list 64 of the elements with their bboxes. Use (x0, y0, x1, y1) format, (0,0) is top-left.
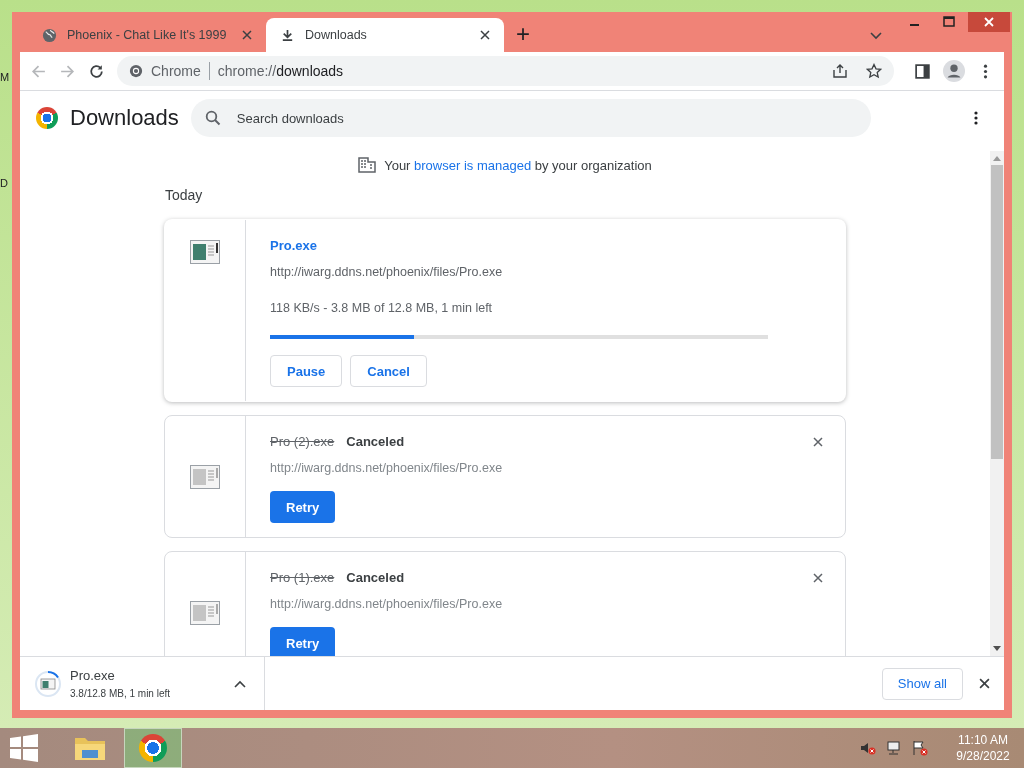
download-status: 3.8/12.8 MB, 1 min left (70, 688, 172, 699)
new-tab-button[interactable]: + (516, 20, 530, 48)
chrome-logo-icon (129, 64, 143, 78)
section-heading: Today (165, 187, 204, 203)
taskbar-app[interactable] (124, 728, 182, 768)
profile-icon[interactable] (943, 60, 965, 82)
scrollbar[interactable] (990, 151, 1004, 656)
retry-button[interactable]: Retry (270, 491, 336, 523)
download-item[interactable]: Pro.exe 3.8/12.8 MB, 1 min left (20, 657, 265, 710)
close-icon[interactable] (813, 437, 823, 447)
site-label: Chrome (151, 63, 201, 79)
file-icon (190, 464, 220, 489)
tab-title: Downloads (305, 28, 368, 42)
network-icon[interactable] (886, 740, 902, 756)
star-icon[interactable] (866, 63, 882, 79)
close-icon[interactable] (813, 573, 823, 583)
managed-notice: Your browser is managed by your organization (384, 157, 652, 173)
progress-text: 118 KB/s - 3.8 MB of 12.8 MB, 1 min left (270, 301, 494, 315)
flag-icon[interactable] (912, 740, 928, 756)
scrollbar-thumb[interactable] (991, 165, 1003, 459)
file-name-link[interactable]: Pro.exe (270, 238, 821, 253)
browser-tab[interactable]: Downloads (266, 18, 504, 52)
building-icon (358, 157, 377, 173)
source-url: http://iwarg.ddns.net/phoenix/files/Pro.exe (270, 461, 504, 475)
chevron-down-icon[interactable] (870, 32, 882, 40)
clock-time: 11:10 AM (958, 733, 1008, 747)
file-progress-icon (34, 669, 62, 698)
address-bar[interactable]: Chrome chrome://downloads (117, 56, 894, 86)
show-all-button[interactable]: Show all (881, 667, 963, 700)
download-icon (280, 27, 295, 43)
retry-button[interactable]: Retry (270, 627, 336, 656)
chrome-logo-icon (36, 107, 58, 129)
desktop-icon-label: M (0, 70, 10, 84)
search-icon (204, 110, 221, 126)
action-button[interactable]: Pause (270, 355, 343, 387)
file-icon (190, 240, 220, 264)
managed-link[interactable]: browser is managed (414, 157, 532, 173)
desktop-icon-label: D (0, 176, 9, 190)
globe-icon (42, 27, 57, 43)
file-name: Pro (1).exe (270, 570, 335, 585)
file-name: Pro.exe (70, 668, 116, 683)
page-title: Downloads (70, 105, 179, 131)
reload-icon[interactable] (88, 62, 105, 80)
scroll-down-icon[interactable] (993, 646, 1001, 652)
url-text: chrome://downloads (217, 63, 344, 79)
status-text: Canceled (346, 434, 405, 449)
file-name: Pro (2).exe (270, 434, 335, 449)
file-icon (190, 600, 220, 625)
source-url: http://iwarg.ddns.net/phoenix/files/Pro.exe (270, 597, 504, 611)
action-button[interactable]: Cancel (350, 355, 427, 387)
windows-logo-icon[interactable] (10, 734, 38, 762)
browser-tab[interactable]: Phoenix - Chat Like It's 1999 (28, 18, 266, 52)
close-icon[interactable] (480, 30, 490, 40)
chevron-up-icon[interactable] (234, 679, 246, 688)
chrome-logo-icon (139, 734, 167, 762)
close-icon[interactable] (979, 678, 990, 689)
share-icon[interactable] (832, 63, 848, 79)
status-text: Canceled (346, 570, 405, 585)
tab-title: Phoenix - Chat Like It's 1999 (67, 28, 228, 42)
side-panel-icon[interactable] (914, 62, 931, 80)
speaker-muted-icon[interactable] (860, 740, 876, 756)
clock-date: 9/28/2022 (956, 749, 1010, 763)
search-field[interactable]: Search downloads (190, 99, 871, 137)
source-url: http://iwarg.ddns.net/phoenix/files/Pro.exe (270, 265, 504, 279)
